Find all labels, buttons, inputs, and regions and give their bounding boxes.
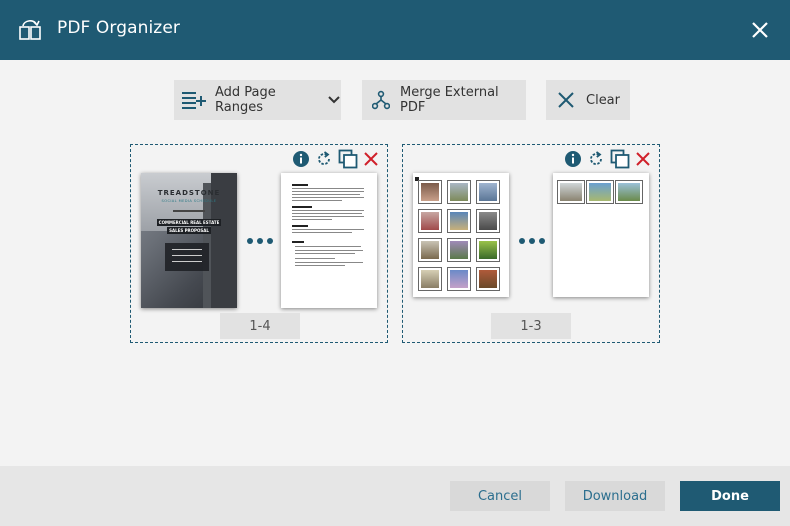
page-range-label[interactable]: 1-4 (220, 313, 300, 339)
clear-button[interactable]: Clear (546, 80, 630, 120)
page-thumbnail-text[interactable] (281, 173, 377, 308)
page-range-label[interactable]: 1-3 (491, 313, 571, 339)
duplicate-icon[interactable] (338, 149, 358, 169)
merge-external-pdf-label: Merge External PDF (400, 85, 499, 115)
add-page-ranges-button[interactable]: Add Page Ranges (174, 80, 341, 120)
dialog-header: PDF Organizer (0, 0, 790, 60)
info-icon[interactable] (292, 150, 310, 168)
rotate-icon[interactable] (315, 150, 333, 168)
merge-external-pdf-button[interactable]: Merge External PDF (362, 80, 526, 120)
delete-icon[interactable] (363, 151, 379, 167)
more-pages-ellipsis (519, 237, 545, 245)
close-icon[interactable] (750, 20, 770, 40)
clear-icon (558, 92, 574, 108)
add-page-ranges-label: Add Page Ranges (215, 85, 276, 115)
delete-icon[interactable] (635, 151, 651, 167)
add-list-icon (182, 92, 206, 109)
dialog-footer: Cancel Download Done (0, 466, 790, 526)
done-button[interactable]: Done (680, 481, 780, 511)
duplicate-icon[interactable] (610, 149, 630, 169)
document-card[interactable]: TREADSTONE SOCIAL MEDIA SCHEDULE COMMERC… (130, 144, 388, 343)
cover-brand: TREADSTONE (157, 189, 221, 197)
info-icon[interactable] (564, 150, 582, 168)
page-thumbnail-cover[interactable]: TREADSTONE SOCIAL MEDIA SCHEDULE COMMERC… (141, 173, 237, 308)
document-actions (564, 149, 651, 169)
cover-headline-2: SALES PROPOSAL (167, 227, 211, 234)
merge-icon (372, 90, 390, 110)
download-button[interactable]: Download (565, 481, 665, 511)
pdf-organizer-logo-icon (19, 20, 41, 40)
more-pages-ellipsis (247, 237, 273, 245)
dialog-title: PDF Organizer (57, 18, 180, 38)
document-card[interactable]: 1-3 (402, 144, 660, 343)
page-thumbnail-photos[interactable] (413, 173, 509, 297)
chevron-down-icon (328, 96, 340, 104)
cancel-button[interactable]: Cancel (450, 481, 550, 511)
rotate-icon[interactable] (587, 150, 605, 168)
clear-label: Clear (586, 92, 620, 108)
document-actions (292, 149, 379, 169)
page-thumbnail-landscapes[interactable] (553, 173, 649, 297)
cover-headline-1: COMMERCIAL REAL ESTATE (157, 219, 221, 226)
cover-subtitle: SOCIAL MEDIA SCHEDULE (161, 199, 217, 203)
